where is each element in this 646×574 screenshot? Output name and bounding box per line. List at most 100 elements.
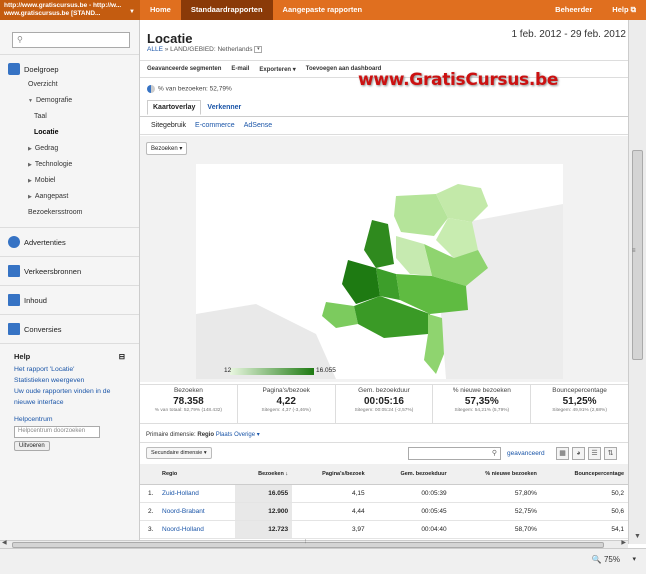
metric-value: 00:05:16: [363, 396, 404, 407]
metric-paginas-per-bezoek: Pagina's/bezoek 4,22 Sitegem: 4,37 (-3,4…: [238, 385, 336, 423]
tab-help[interactable]: Help ⧉: [602, 0, 646, 20]
row-regio[interactable]: Noord-Holland: [158, 520, 235, 539]
collapse-icon[interactable]: ⊟: [119, 352, 125, 361]
sidebar-item-advertenties[interactable]: Advertenties: [0, 234, 139, 250]
sidebar-item-label: Verkeersbronnen: [24, 266, 82, 276]
chevron-down-icon[interactable]: ▾: [632, 555, 636, 563]
helpcentrum-link[interactable]: Helpcentrum: [14, 416, 125, 423]
dollar-icon: [8, 236, 20, 248]
flag-icon: [8, 323, 20, 335]
chevron-down-icon[interactable]: ▾: [254, 46, 263, 53]
col-paginas[interactable]: Pagina's/bezoek: [292, 464, 369, 485]
dimension-overige[interactable]: Overige ▾: [234, 432, 260, 438]
help-search-input[interactable]: Helpcentrum doorzoeken: [14, 426, 100, 438]
dimension-regio[interactable]: Regio: [197, 432, 214, 438]
help-label: Help: [612, 5, 629, 14]
col-bezoeken[interactable]: Bezoeken ↓: [234, 464, 293, 485]
breadcrumb-country: LAND/GEBIED: Netherlands: [170, 46, 253, 54]
tab-standaardrapporten[interactable]: Standaardrapporten: [180, 0, 273, 20]
horizontal-scrollbar[interactable]: ◀ ⦙ ▶: [0, 539, 628, 548]
chevron-down-icon: ▾: [179, 146, 183, 152]
region-zuid-holland[interactable]: [342, 260, 380, 304]
sidebar-item-conversies[interactable]: Conversies: [0, 321, 139, 337]
vertical-scrollbar[interactable]: ≡ ▼: [628, 20, 646, 544]
row-paginas: 4,15: [292, 484, 369, 503]
scrollbar-thumb[interactable]: [632, 150, 643, 360]
sidebar-item-demografie[interactable]: ▼ Demografie: [0, 93, 139, 109]
row-regio[interactable]: Noord-Brabant: [158, 502, 235, 521]
sidebar-item-aangepast[interactable]: ▶ Aangepast: [0, 189, 139, 205]
sidebar-item-inhoud[interactable]: Inhoud: [0, 292, 139, 308]
col-duur[interactable]: Gem. bezoekduur: [368, 464, 451, 485]
help-search-button[interactable]: Uitvoeren: [14, 441, 50, 451]
metric-sub: Sitegem: 54,21% (5,79%): [454, 408, 510, 413]
pie-view-icon[interactable]: ◕: [572, 447, 585, 460]
tab-aangepaste-rapporten[interactable]: Aangepaste rapporten: [273, 0, 373, 20]
sidebar-section-conversies: Conversies: [0, 314, 139, 343]
sidebar-item-doelgroep[interactable]: Doelgroep: [0, 61, 139, 77]
email-button[interactable]: E-mail: [231, 66, 249, 72]
table-search-input[interactable]: ⚲: [408, 447, 501, 460]
scroll-left-icon[interactable]: ◀: [2, 539, 7, 546]
comparison-view-icon[interactable]: ⇅: [604, 447, 617, 460]
row-nieuw: 58,70%: [450, 520, 541, 539]
tab-beheerder[interactable]: Beheerder: [545, 0, 602, 20]
legend-max: 16.055: [316, 367, 336, 374]
region-flevoland[interactable]: [396, 236, 432, 276]
help-link-oude-rapporten[interactable]: Uw oude rapporten vinden in de nieuwe in…: [14, 386, 125, 408]
help-title-label: Help: [14, 352, 31, 361]
date-range-picker[interactable]: 1 feb. 2012 - 29 feb. 2012: [511, 29, 626, 40]
table-row: 2. Noord-Brabant 12.900 4,44 00:05:45 52…: [140, 502, 628, 521]
dimension-plaats[interactable]: Plaats: [216, 432, 233, 438]
help-panel: Help ⊟ Het rapport 'Locatie' Statistieken…: [0, 343, 139, 459]
tab-adsense[interactable]: AdSense: [244, 122, 272, 129]
zoom-level[interactable]: 🔍 75%: [592, 555, 620, 564]
row-nieuw: 57,80%: [450, 484, 541, 503]
table-view-icon[interactable]: ▦: [556, 447, 569, 460]
secondary-dimension-select[interactable]: Secundaire dimensie ▾: [146, 447, 212, 459]
sidebar-item-gedrag[interactable]: ▶ Gedrag: [0, 141, 139, 157]
triangle-right-icon: ▶: [28, 162, 32, 168]
tab-ecommerce[interactable]: E-commerce: [195, 122, 235, 129]
col-label: Bezoeken: [258, 470, 284, 477]
sidebar-item-taal[interactable]: Taal: [0, 109, 139, 125]
account-selector[interactable]: http://www.gratiscursus.be - http://w...…: [0, 0, 140, 20]
row-duur: 00:05:45: [368, 502, 451, 521]
search-icon[interactable]: ⚲: [492, 449, 497, 457]
row-regio[interactable]: Zuid-Holland: [158, 484, 235, 503]
tab-sitegebruik[interactable]: Sitegebruik: [151, 122, 186, 129]
tab-home[interactable]: Home: [140, 0, 181, 20]
metric-sub: Sitegem: 00:05:24 (-2,57%): [354, 408, 414, 413]
advanced-segments-button[interactable]: Geavanceerde segmenten: [147, 66, 221, 72]
sidebar-search-input[interactable]: ⚲: [12, 32, 130, 48]
sidebar-item-verkeersbronnen[interactable]: Verkeersbronnen: [0, 263, 139, 279]
export-button[interactable]: Exporteren ▾: [259, 66, 295, 73]
row-bounce: 54,1: [540, 520, 628, 539]
metric-label: % nieuwe bezoeken: [452, 387, 511, 394]
sidebar-item-technologie[interactable]: ▶ Technologie: [0, 157, 139, 173]
secondary-dimension-label: Secundaire dimensie: [151, 450, 203, 456]
region-zeeland[interactable]: [322, 302, 358, 328]
scroll-down-icon[interactable]: ▼: [634, 533, 641, 540]
col-regio[interactable]: Regio: [140, 464, 235, 485]
tab-verkenner[interactable]: Verkenner: [201, 100, 247, 115]
performance-view-icon[interactable]: ☰: [588, 447, 601, 460]
region-noord-holland[interactable]: [364, 220, 394, 268]
col-bounce[interactable]: Bouncepercentage: [540, 464, 628, 485]
main-content: Locatie ALLE » LAND/GEBIED: Netherlands …: [140, 20, 628, 540]
sidebar-item-overzicht[interactable]: Overzicht: [0, 77, 139, 93]
sidebar-item-locatie[interactable]: Locatie: [0, 125, 139, 141]
table-header-row: Regio Bezoeken ↓ Pagina's/bezoek Gem. be…: [140, 464, 628, 485]
map-metric-select[interactable]: Bezoeken ▾: [146, 142, 188, 155]
tab-kaartoverlay[interactable]: Kaartoverlay: [147, 100, 202, 115]
help-link-locatie[interactable]: Het rapport 'Locatie': [14, 364, 125, 375]
scroll-right-icon[interactable]: ▶: [621, 539, 626, 546]
sidebar-item-mobiel[interactable]: ▶ Mobiel: [0, 173, 139, 189]
sidebar-item-bezoekersstroom[interactable]: Bezoekersstroom: [0, 205, 139, 221]
breadcrumb: ALLE » LAND/GEBIED: Netherlands ▾: [147, 46, 263, 54]
sidebar-item-label: Inhoud: [24, 295, 47, 305]
breadcrumb-all[interactable]: ALLE: [147, 46, 163, 53]
col-nieuw[interactable]: % nieuwe bezoeken: [450, 464, 541, 485]
advanced-filter-link[interactable]: geavanceerd: [507, 450, 545, 457]
help-link-statistieken[interactable]: Statistieken weergeven: [14, 375, 125, 386]
